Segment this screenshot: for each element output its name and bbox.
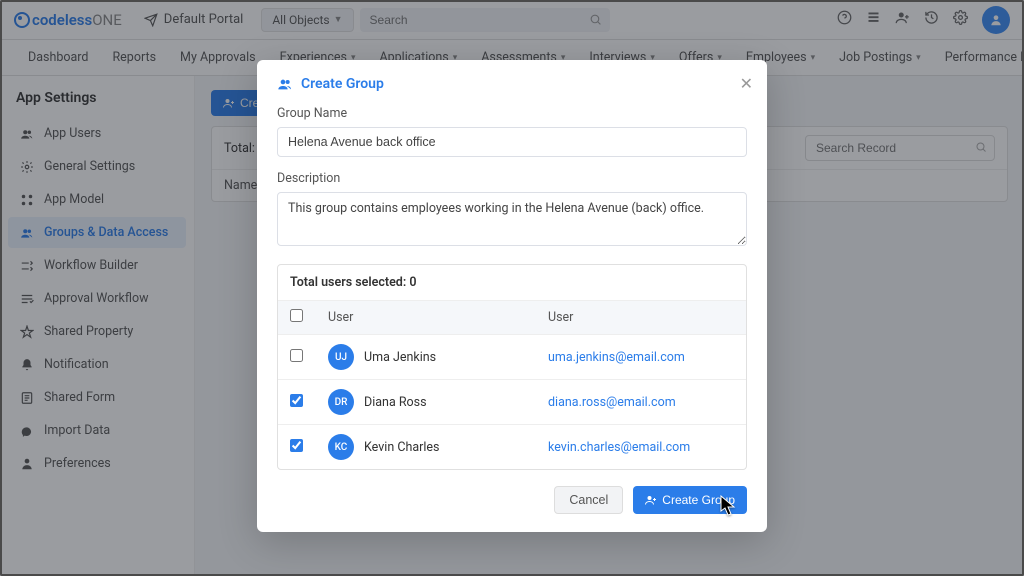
user-avatar-badge: KC (328, 434, 354, 460)
users-selected-count: Total users selected: 0 (278, 265, 746, 301)
user-plus-icon (645, 494, 657, 506)
modal-title: Create Group (277, 76, 747, 92)
user-row: KC Kevin Charles kevin.charles@email.com (278, 425, 746, 469)
users-icon (277, 76, 293, 92)
user-row: UJ Uma Jenkins uma.jenkins@email.com (278, 335, 746, 380)
user-name: Kevin Charles (364, 440, 440, 455)
user-email[interactable]: kevin.charles@email.com (548, 440, 734, 455)
user-name: Uma Jenkins (364, 350, 436, 365)
users-table-header: User User (278, 301, 746, 335)
close-button[interactable]: ✕ (740, 74, 753, 94)
user-name: Diana Ross (364, 395, 427, 410)
description-input[interactable] (277, 192, 747, 246)
users-table: Total users selected: 0 User User UJ Uma … (277, 264, 747, 470)
user-email[interactable]: uma.jenkins@email.com (548, 350, 734, 365)
col-header-email: User (548, 310, 734, 325)
group-name-label: Group Name (277, 106, 747, 121)
modal-overlay: Create Group ✕ Group Name Description To… (0, 0, 1024, 576)
user-checkbox[interactable] (290, 439, 303, 452)
select-all-checkbox[interactable] (290, 309, 303, 322)
group-name-input[interactable] (277, 127, 747, 157)
user-avatar-badge: DR (328, 389, 354, 415)
close-icon: ✕ (740, 76, 753, 93)
description-label: Description (277, 171, 747, 186)
create-group-modal: Create Group ✕ Group Name Description To… (257, 60, 767, 532)
user-checkbox[interactable] (290, 394, 303, 407)
cancel-button[interactable]: Cancel (554, 486, 623, 514)
col-header-user: User (328, 310, 548, 325)
user-row: DR Diana Ross diana.ross@email.com (278, 380, 746, 425)
user-email[interactable]: diana.ross@email.com (548, 395, 734, 410)
user-avatar-badge: UJ (328, 344, 354, 370)
create-group-submit-button[interactable]: Create Group (633, 486, 747, 514)
user-checkbox[interactable] (290, 349, 303, 362)
